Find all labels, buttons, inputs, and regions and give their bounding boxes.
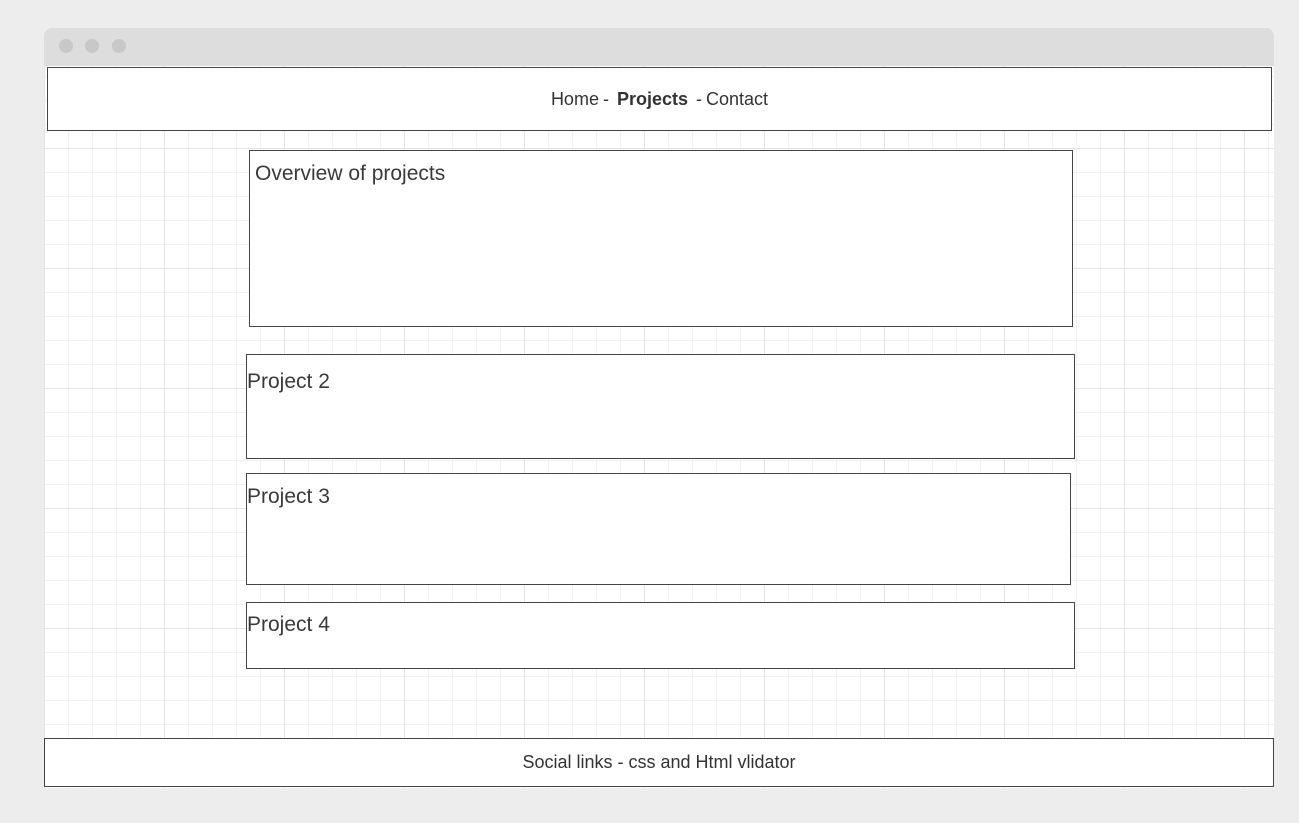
project-card: Project 3 [246, 473, 1071, 585]
overview-section: Overview of projects [249, 150, 1073, 327]
window-dot-icon[interactable] [59, 39, 73, 53]
window-dot-icon[interactable] [112, 39, 126, 53]
nav-link-contact[interactable]: Contact [706, 89, 768, 110]
nav-link-home[interactable]: Home [551, 89, 599, 110]
project-card: Project 2 [246, 354, 1075, 459]
footer: Social links - css and Html vlidator [44, 738, 1274, 787]
window-dot-icon[interactable] [85, 39, 99, 53]
nav-separator: - [696, 88, 702, 109]
browser-window: Home - Projects - Contact Overview of pr… [44, 28, 1274, 788]
nav-separator: - [602, 88, 609, 109]
project-title: Project 4 [247, 613, 330, 636]
footer-text[interactable]: Social links - css and Html vlidator [522, 752, 795, 773]
project-title: Project 3 [247, 485, 330, 508]
project-title: Project 2 [247, 370, 330, 393]
project-card: Project 4 [246, 602, 1075, 669]
nav-link-projects[interactable]: Projects [617, 89, 688, 110]
window-titlebar [44, 28, 1274, 66]
navigation-bar: Home - Projects - Contact [47, 67, 1272, 131]
overview-title: Overview of projects [255, 162, 446, 185]
